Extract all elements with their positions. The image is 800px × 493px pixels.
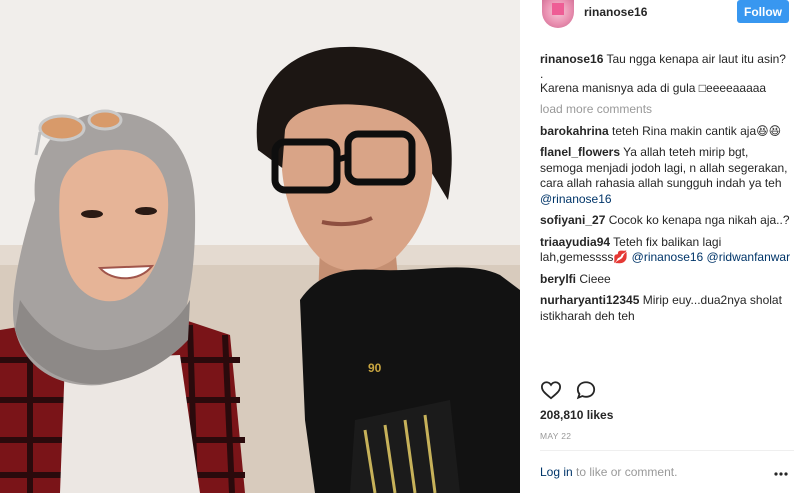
comment-username[interactable]: nurharyanti12345 xyxy=(540,293,639,307)
post-sidebar: rinanose16 Follow rinanose16 Tau ngga ke… xyxy=(520,0,800,493)
comment-username[interactable]: berylfi xyxy=(540,272,576,286)
caption-text: Tau ngga kenapa air laut itu asin? xyxy=(606,52,786,66)
post-photo-illustration: 90 xyxy=(0,0,520,493)
post-actions xyxy=(540,380,600,400)
post-photo[interactable]: 90 xyxy=(0,0,520,493)
comments-list[interactable]: rinanose16 Tau ngga kenapa air laut itu … xyxy=(540,52,794,370)
more-options-icon[interactable] xyxy=(774,466,788,476)
comment-item: nurharyanti12345 Mirip euy...dua2nya sho… xyxy=(540,293,794,324)
comment-item: flanel_flowers Ya allah teteh mirip bgt,… xyxy=(540,145,794,207)
comment-item: barokahrina teteh Rina makin cantik aja😆… xyxy=(540,124,794,140)
header-username[interactable]: rinanose16 xyxy=(584,5,647,19)
caption: rinanose16 Tau ngga kenapa air laut itu … xyxy=(540,52,794,96)
comment-username[interactable]: triaayudia94 xyxy=(540,235,610,249)
comment-mention[interactable]: @rinanose16 xyxy=(540,192,612,206)
login-link[interactable]: Log in xyxy=(540,465,573,479)
post-date: MAY 22 xyxy=(540,431,572,441)
comment-mention[interactable]: @rinanose16 @ridwanfanwar xyxy=(632,250,790,264)
login-prompt: Log in to like or comment. xyxy=(540,465,677,479)
comment-username[interactable]: flanel_flowers xyxy=(540,145,620,159)
caption-username[interactable]: rinanose16 xyxy=(540,52,603,66)
instagram-post-view: 90 rinanose16 Follow rinanose16 Tau ngga… xyxy=(0,0,800,493)
caption-dot: . xyxy=(540,66,544,81)
comment-icon[interactable] xyxy=(575,380,597,400)
post-header: rinanose16 Follow xyxy=(520,0,800,30)
comment-text: Cieee xyxy=(579,271,611,286)
heart-icon[interactable] xyxy=(540,380,562,400)
svg-text:90: 90 xyxy=(368,361,382,375)
avatar[interactable] xyxy=(542,0,574,28)
login-prompt-text: to like or comment. xyxy=(572,465,678,479)
likes-count[interactable]: 208,810 likes xyxy=(540,408,613,422)
caption-text-2: Karena manisnya ada di gula □eeeeaaaaa xyxy=(540,80,767,95)
comment-text: Cocok ko kenapa nga nikah aja..? xyxy=(608,213,790,227)
comment-username[interactable]: sofiyani_27 xyxy=(540,213,605,227)
load-more-comments-link[interactable]: load more comments xyxy=(540,102,794,118)
comment-item: triaayudia94 Teteh fix balikan lagi lah,… xyxy=(540,235,794,266)
comment-item: sofiyani_27 Cocok ko kenapa nga nikah aj… xyxy=(540,213,794,229)
divider xyxy=(540,450,794,451)
comment-username[interactable]: barokahrina xyxy=(540,124,609,138)
follow-button[interactable]: Follow xyxy=(737,0,789,23)
comment-text: teteh Rina makin cantik aja😆😆 xyxy=(612,123,782,138)
comment-item: berylfi Cieee xyxy=(540,272,794,288)
